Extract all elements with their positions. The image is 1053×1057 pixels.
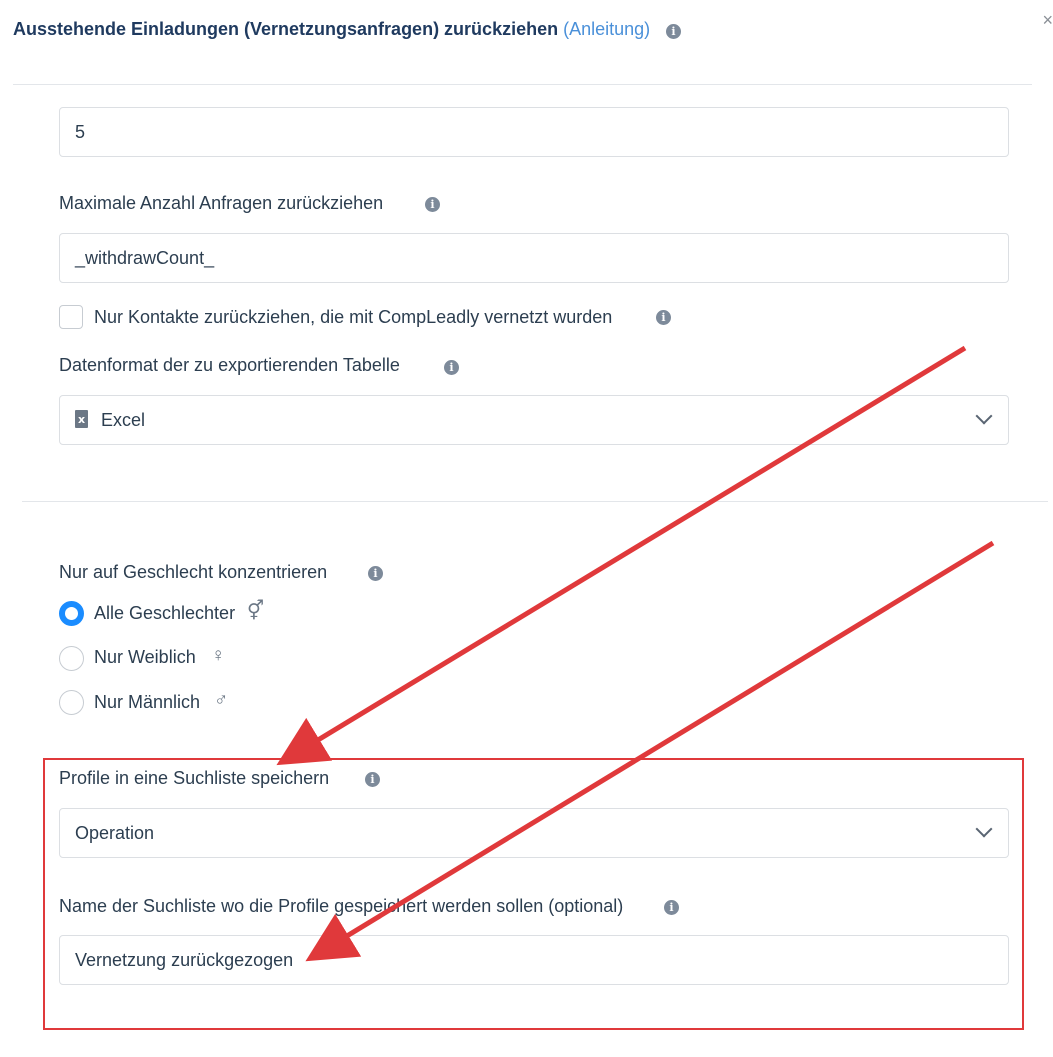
close-icon[interactable]: × xyxy=(1042,10,1053,31)
dialog-title-text: Ausstehende Einladungen (Vernetzungsanfr… xyxy=(13,19,559,39)
header-divider xyxy=(13,84,1032,85)
section-divider xyxy=(22,501,1048,502)
export-format-select[interactable]: Excel xyxy=(59,395,1009,445)
export-format-label: Datenformat der zu exportierenden Tabell… xyxy=(59,355,400,375)
max-withdraw-value: _withdrawCount_ xyxy=(75,248,215,268)
info-icon[interactable]: i xyxy=(425,197,440,212)
info-icon[interactable]: i xyxy=(368,566,383,581)
radio-male-label[interactable]: Nur Männlich xyxy=(94,692,200,713)
delay-input-value: 5 xyxy=(75,122,86,142)
info-icon[interactable]: i xyxy=(444,360,459,375)
excel-file-icon xyxy=(75,410,88,428)
radio-female[interactable] xyxy=(59,646,84,671)
radio-female-label[interactable]: Nur Weiblich xyxy=(94,647,196,668)
radio-all-genders[interactable] xyxy=(59,601,84,626)
max-withdraw-label: Maximale Anzahl Anfragen zurückziehen xyxy=(59,193,384,213)
female-icon: ♀ xyxy=(211,645,226,666)
chevron-down-icon[interactable] xyxy=(975,407,993,425)
info-icon[interactable]: i xyxy=(666,24,681,39)
only-compleadly-label[interactable]: Nur Kontakte zurückziehen, die mit CompL… xyxy=(94,307,612,328)
male-icon: ♂ xyxy=(214,690,229,711)
dialog-title: Ausstehende Einladungen (Vernetzungsanfr… xyxy=(13,19,650,40)
guide-link[interactable]: (Anleitung) xyxy=(563,19,650,39)
export-format-value: Excel xyxy=(101,410,146,430)
max-withdraw-input[interactable]: _withdrawCount_ xyxy=(59,233,1009,283)
radio-male[interactable] xyxy=(59,690,84,715)
gender-label: Nur auf Geschlecht konzentrieren xyxy=(59,562,328,582)
only-compleadly-checkbox[interactable] xyxy=(59,305,83,329)
info-icon[interactable]: i xyxy=(656,310,671,325)
gender-symbol-icon: ⚥ xyxy=(247,601,265,622)
delay-input[interactable]: 5 xyxy=(59,107,1009,157)
highlight-box xyxy=(43,758,1024,1030)
radio-all-genders-label[interactable]: Alle Geschlechter xyxy=(94,603,235,624)
